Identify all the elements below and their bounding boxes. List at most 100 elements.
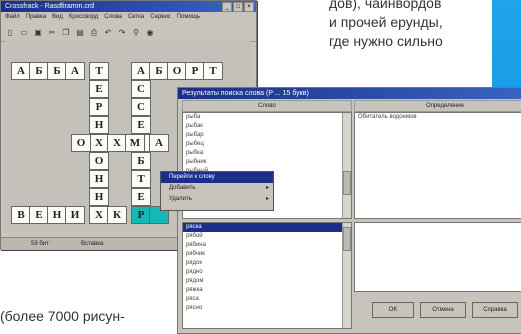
grid-cell[interactable]: С	[131, 80, 151, 98]
undo-icon[interactable]: ↶	[103, 28, 113, 38]
find-icon[interactable]: ◉	[145, 28, 155, 38]
list-item[interactable]: рыбец	[183, 140, 351, 149]
definition-panel[interactable]: Обитатель водоемов	[354, 112, 521, 219]
grid-cell[interactable]: К	[107, 206, 127, 224]
list-item[interactable]: рябчик	[183, 250, 351, 259]
scrollbar[interactable]	[342, 113, 351, 218]
grid-cell[interactable]: Н	[89, 170, 109, 188]
menu-help[interactable]: Помощь	[177, 14, 200, 23]
main-window-title: Crossfrack - Rasdfiramm.crd	[5, 3, 95, 10]
submenu-arrow-icon: ▸	[265, 185, 269, 191]
grid-cell[interactable]: Т	[131, 170, 151, 188]
menu-words[interactable]: Слова	[104, 14, 122, 23]
grid-cell-selected[interactable]: Р	[131, 206, 151, 224]
list-item[interactable]: рыбник	[183, 158, 351, 167]
copy-icon[interactable]: ❐	[61, 28, 71, 38]
list-item[interactable]: рядок	[183, 259, 351, 268]
menu-file[interactable]: Файл	[5, 14, 20, 23]
grid-cell[interactable]: А	[65, 62, 85, 80]
list-item[interactable]: рябой	[183, 232, 351, 241]
paste-icon[interactable]: ▤	[75, 28, 85, 38]
menu-view[interactable]: Вид	[52, 14, 63, 23]
save-icon[interactable]: ▣	[33, 28, 43, 38]
grid-cell[interactable]: Н	[89, 116, 109, 134]
magazine-text-bottom: (более 7000 рисун-	[0, 308, 125, 324]
menu-grid[interactable]: Сетка	[128, 14, 144, 23]
new-icon[interactable]: ▯	[5, 28, 15, 38]
toolbar: ▯ ▭ ▣ ✂ ❐ ▤ ⎙ ↶ ↷ ⚲ ◉	[1, 25, 256, 42]
grid-cell[interactable]: М	[125, 134, 145, 152]
grid-cell[interactable]: Е	[131, 116, 151, 134]
grid-cell[interactable]: Б	[47, 62, 67, 80]
grid-cell[interactable]: Е	[29, 206, 49, 224]
menu-crossword[interactable]: Кроссворд	[69, 14, 98, 23]
dialog-titlebar: Результаты поиска слова (P ... 15 букв)	[178, 88, 521, 99]
grid-cell[interactable]: Е	[89, 80, 109, 98]
status-text: Вставка	[81, 241, 104, 247]
context-item-goto[interactable]: Перейти к слову	[161, 172, 273, 183]
dialog-title: Результаты поиска слова (P ... 15 букв)	[182, 90, 309, 97]
grid-cell[interactable]: О	[89, 152, 109, 170]
list-item[interactable]: рыбак	[183, 122, 351, 131]
scrollbar-thumb[interactable]	[343, 171, 351, 195]
redo-icon[interactable]: ↷	[117, 28, 127, 38]
grid-cell[interactable]: Х	[89, 206, 109, 224]
menu-bar: Файл Правка Вид Кроссворд Слова Сетка Се…	[1, 12, 256, 25]
menu-edit[interactable]: Правка	[26, 14, 46, 23]
context-item-add[interactable]: Добавить ▸	[161, 183, 273, 194]
grid-cell[interactable]: О	[167, 62, 187, 80]
grid-cell[interactable]: Р	[89, 98, 109, 116]
column-header-word[interactable]: Слово	[182, 100, 352, 112]
magazine-line: дов), чайнвордов	[329, 0, 442, 11]
grid-cell[interactable]: Т	[203, 62, 223, 80]
column-header-definition[interactable]: Определение	[354, 100, 521, 112]
grid-cell[interactable]: Х	[107, 134, 127, 152]
grid-cell[interactable]: С	[131, 98, 151, 116]
grid-cell[interactable]: Б	[131, 152, 151, 170]
grid-cell[interactable]: О	[71, 134, 91, 152]
scrollbar-thumb[interactable]	[343, 227, 351, 251]
close-button[interactable]: ×	[244, 2, 254, 12]
maximize-button[interactable]: □	[233, 2, 243, 12]
context-item-delete[interactable]: Удалить ▸	[161, 194, 273, 205]
open-icon[interactable]: ▭	[19, 28, 29, 38]
print-icon[interactable]: ⎙	[89, 28, 99, 38]
list-item[interactable]: рядно	[183, 268, 351, 277]
zoom-icon[interactable]: ⚲	[131, 28, 141, 38]
list-item[interactable]: рыба	[183, 113, 351, 122]
list-item-selected[interactable]: ряска	[183, 223, 351, 232]
grid-cell[interactable]: Р	[185, 62, 205, 80]
grid-cell[interactable]: Х	[89, 134, 109, 152]
grid-cell[interactable]: А	[149, 134, 169, 152]
grid-cell[interactable]: А	[11, 62, 31, 80]
scrollbar[interactable]	[342, 223, 351, 328]
list-item[interactable]: рясно	[183, 304, 351, 313]
list-item[interactable]: рыбар	[183, 131, 351, 140]
grid-cell[interactable]: Б	[29, 62, 49, 80]
grid-cell[interactable]: Е	[131, 188, 151, 206]
magazine-line: и прочей ерунды,	[329, 14, 443, 30]
menu-tools[interactable]: Сервис	[150, 14, 171, 23]
list-item[interactable]: рядом	[183, 277, 351, 286]
grid-cell[interactable]: Н	[89, 188, 109, 206]
notes-panel[interactable]	[354, 222, 521, 292]
main-titlebar: Crossfrack - Rasdfiramm.crd _ □ ×	[1, 1, 256, 12]
context-item-label: Добавить	[169, 185, 196, 191]
list-item[interactable]: ряса	[183, 295, 351, 304]
list-item[interactable]: рыбка	[183, 149, 351, 158]
grid-cell[interactable]: Т	[89, 62, 109, 80]
list-item[interactable]: рябина	[183, 241, 351, 250]
ok-button[interactable]: OK	[372, 302, 414, 318]
minimize-button[interactable]: _	[222, 2, 232, 12]
help-button[interactable]: Справка	[472, 302, 518, 318]
grid-cell[interactable]: Б	[149, 62, 169, 80]
grid-cell[interactable]: И	[65, 206, 85, 224]
word-list-bottom[interactable]: ряска рябой рябина рябчик рядок рядно ря…	[182, 222, 352, 329]
grid-cell[interactable]: Н	[47, 206, 67, 224]
cancel-button[interactable]: Отмена	[420, 302, 466, 318]
cut-icon[interactable]: ✂	[47, 28, 57, 38]
context-item-label: Перейти к слову	[169, 174, 215, 180]
grid-cell[interactable]: В	[11, 206, 31, 224]
list-item[interactable]: ряжка	[183, 286, 351, 295]
grid-cell[interactable]: А	[131, 62, 151, 80]
